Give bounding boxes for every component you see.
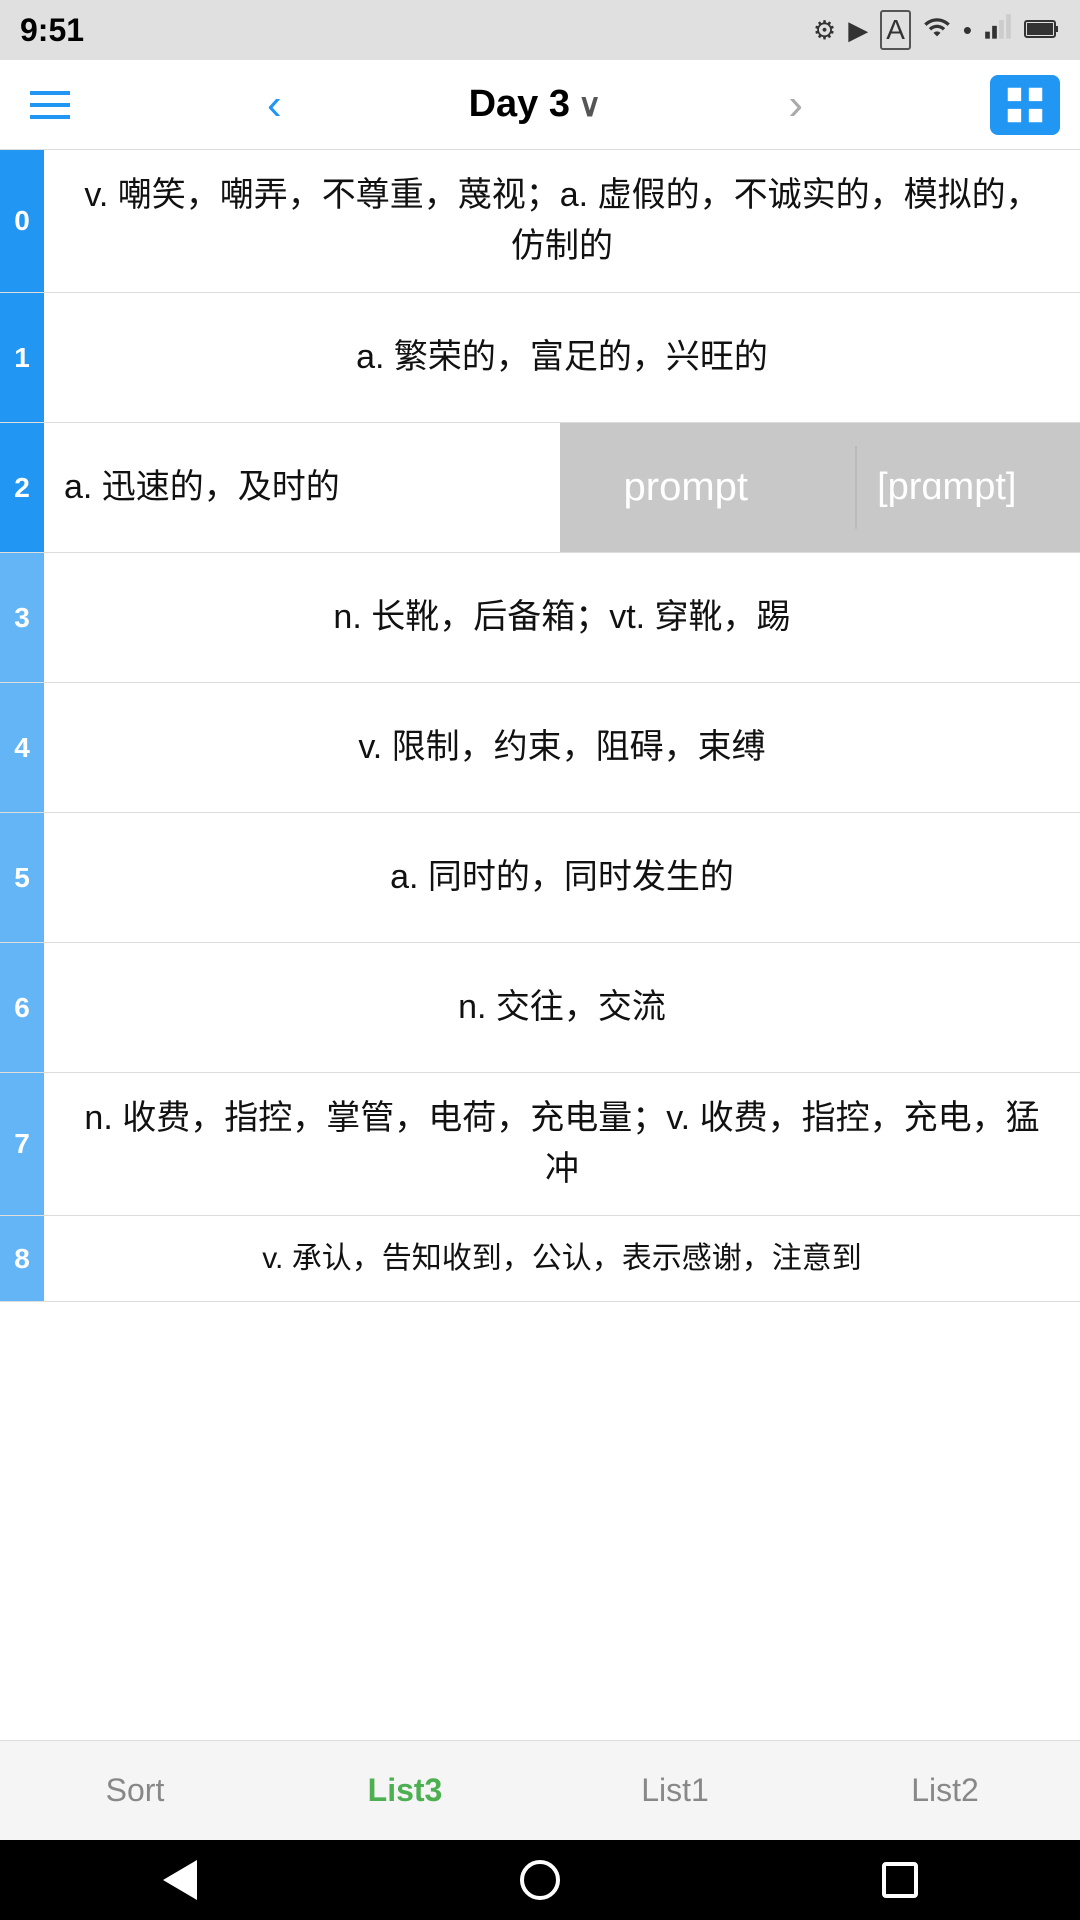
word-index-6: 6 — [0, 943, 44, 1072]
word-row[interactable]: 0 v. 嘲笑，嘲弄，不尊重，蔑视；a. 虚假的，不诚实的，模拟的，仿制的 — [0, 150, 1080, 293]
dot-icon: • — [963, 15, 972, 46]
android-back-button[interactable] — [150, 1850, 210, 1910]
word-index-8: 8 — [0, 1216, 44, 1301]
hamburger-button[interactable] — [20, 81, 80, 129]
word-index-5: 5 — [0, 813, 44, 942]
wifi-icon — [923, 13, 951, 48]
word-definition-3: n. 长靴，后备箱；vt. 穿靴，踢 — [44, 553, 1080, 682]
recent-square-icon — [882, 1862, 918, 1898]
word-index-1: 1 — [0, 293, 44, 422]
signal-icon — [984, 13, 1012, 48]
word-row[interactable]: 4 v. 限制，约束，阻碍，束缚 — [0, 683, 1080, 813]
word-row[interactable]: 2 a. 迅速的，及时的 prompt [prɑmpt] — [0, 423, 1080, 553]
word-index-3: 3 — [0, 553, 44, 682]
word-list: 0 v. 嘲笑，嘲弄，不尊重，蔑视；a. 虚假的，不诚实的，模拟的，仿制的 1 … — [0, 150, 1080, 1302]
home-circle-icon — [520, 1860, 560, 1900]
gear-icon: ⚙ — [813, 15, 836, 46]
back-triangle-icon — [163, 1860, 197, 1900]
nav-title[interactable]: Day 3 ∨ — [469, 83, 602, 126]
nav-title-text: Day 3 — [469, 83, 570, 126]
chevron-down-icon: ∨ — [578, 86, 601, 124]
status-icons: ⚙ ▶ A • — [813, 10, 1060, 50]
word-popup[interactable]: prompt [prɑmpt] — [560, 423, 1080, 552]
word-definition-4: v. 限制，约束，阻碍，束缚 — [44, 683, 1080, 812]
status-time: 9:51 — [20, 12, 84, 49]
play-icon: ▶ — [848, 15, 868, 46]
word-row[interactable]: 3 n. 长靴，后备箱；vt. 穿靴，踢 — [0, 553, 1080, 683]
popup-phonetic-text: [prɑmpt] — [855, 446, 1036, 529]
tab-list1[interactable]: List1 — [540, 1741, 810, 1840]
android-nav-bar — [0, 1840, 1080, 1920]
word-row[interactable]: 6 n. 交往，交流 — [0, 943, 1080, 1073]
back-button[interactable]: ‹ — [257, 80, 292, 130]
word-row[interactable]: 5 a. 同时的，同时发生的 — [0, 813, 1080, 943]
word-index-2: 2 — [0, 423, 44, 552]
popup-word-text: prompt — [604, 445, 769, 530]
word-definition-5: a. 同时的，同时发生的 — [44, 813, 1080, 942]
word-row[interactable]: 1 a. 繁荣的，富足的，兴旺的 — [0, 293, 1080, 423]
word-definition-1: a. 繁荣的，富足的，兴旺的 — [44, 293, 1080, 422]
grid-view-button[interactable] — [990, 75, 1060, 135]
tab-list2[interactable]: List2 — [810, 1741, 1080, 1840]
battery-icon — [1024, 15, 1060, 46]
nav-bar: ‹ Day 3 ∨ › — [0, 60, 1080, 150]
word-row[interactable]: 7 n. 收费，指控，掌管，电荷，充电量；v. 收费，指控，充电，猛冲 — [0, 1073, 1080, 1216]
tab-sort[interactable]: Sort — [0, 1741, 270, 1840]
word-row[interactable]: 8 v. 承认，告知收到，公认，表示感谢，注意到 — [0, 1216, 1080, 1302]
status-bar: 9:51 ⚙ ▶ A • — [0, 0, 1080, 60]
word-definition-6: n. 交往，交流 — [44, 943, 1080, 1072]
forward-button[interactable]: › — [778, 80, 813, 130]
bottom-tab-bar: Sort List3 List1 List2 — [0, 1740, 1080, 1840]
grid-icon — [1002, 82, 1048, 128]
android-home-button[interactable] — [510, 1850, 570, 1910]
word-definition-0: v. 嘲笑，嘲弄，不尊重，蔑视；a. 虚假的，不诚实的，模拟的，仿制的 — [44, 150, 1080, 292]
word-index-0: 0 — [0, 150, 44, 292]
android-recent-button[interactable] — [870, 1850, 930, 1910]
word-index-7: 7 — [0, 1073, 44, 1215]
a-icon: A — [880, 10, 911, 50]
tab-list3[interactable]: List3 — [270, 1741, 540, 1840]
word-index-4: 4 — [0, 683, 44, 812]
word-definition-8: v. 承认，告知收到，公认，表示感谢，注意到 — [44, 1216, 1080, 1301]
word-definition-7: n. 收费，指控，掌管，电荷，充电量；v. 收费，指控，充电，猛冲 — [44, 1073, 1080, 1215]
